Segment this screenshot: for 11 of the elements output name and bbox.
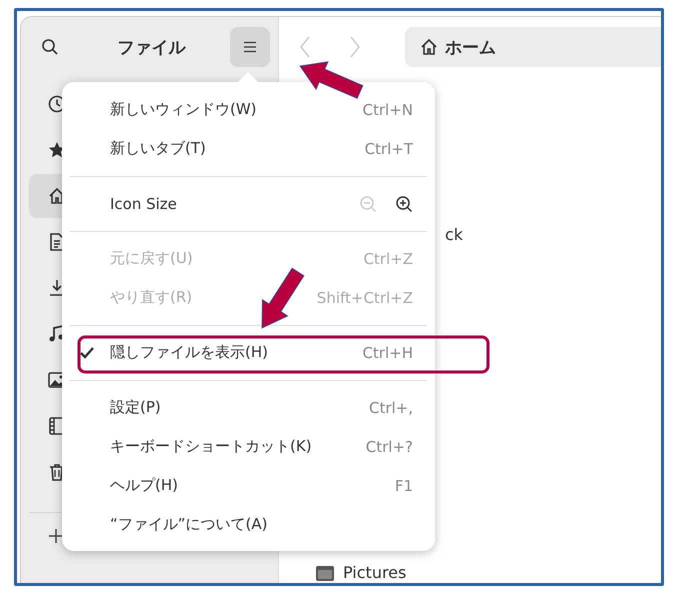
shortcut-label: Ctrl+Z (363, 250, 413, 268)
shortcut-label: Ctrl+T (364, 140, 413, 158)
shortcut-label: Ctrl+, (368, 398, 413, 416)
shortcut-label: Shift+Ctrl+Z (316, 288, 413, 306)
shortcut-label: Ctrl+N (362, 100, 413, 118)
shortcut-label: F1 (394, 476, 413, 494)
menu-label: Icon Size (110, 194, 178, 212)
window-title: ファイル (116, 36, 187, 58)
file-name: ck (445, 225, 464, 245)
shortcut-label: Ctrl+H (362, 344, 413, 362)
shortcut-label: Ctrl+? (366, 438, 413, 456)
